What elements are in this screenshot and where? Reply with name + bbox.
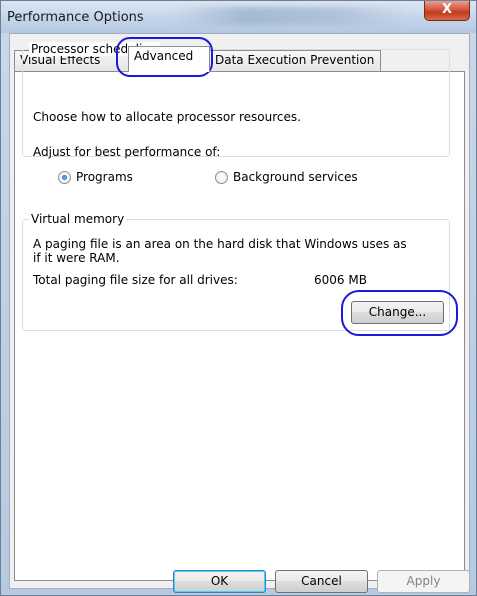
ok-button[interactable]: OK [173, 570, 266, 593]
background-services-radio[interactable] [215, 171, 228, 184]
background-services-radio-label[interactable]: Background services [233, 170, 358, 184]
virtual-memory-description-line1: A paging file is an area on the hard dis… [33, 237, 407, 251]
programs-radio[interactable] [58, 171, 71, 184]
virtual-memory-description-line2: if it were RAM. [33, 251, 120, 265]
processor-scheduling-description: Choose how to allocate processor resourc… [33, 110, 301, 124]
processor-scheduling-group: Processor scheduling [22, 42, 450, 157]
tab-advanced[interactable]: Advanced [128, 46, 210, 72]
change-button[interactable]: Change... [351, 301, 444, 324]
total-paging-size-value: 6006 MB [314, 273, 367, 287]
adjust-performance-label: Adjust for best performance of: [33, 145, 221, 159]
virtual-memory-legend: Virtual memory [29, 212, 127, 226]
close-icon: X [441, 2, 453, 17]
programs-radio-label[interactable]: Programs [76, 170, 133, 184]
cancel-button[interactable]: Cancel [275, 570, 368, 593]
title-bar-blur [176, 7, 406, 25]
performance-options-window: Performance Options X Visual Effects Adv… [0, 0, 477, 596]
total-paging-size-label: Total paging file size for all drives: [33, 273, 238, 287]
title-bar: Performance Options X [1, 1, 476, 33]
apply-button[interactable]: Apply [377, 570, 470, 593]
window-title: Performance Options [7, 10, 144, 25]
close-button[interactable]: X [424, 1, 470, 21]
